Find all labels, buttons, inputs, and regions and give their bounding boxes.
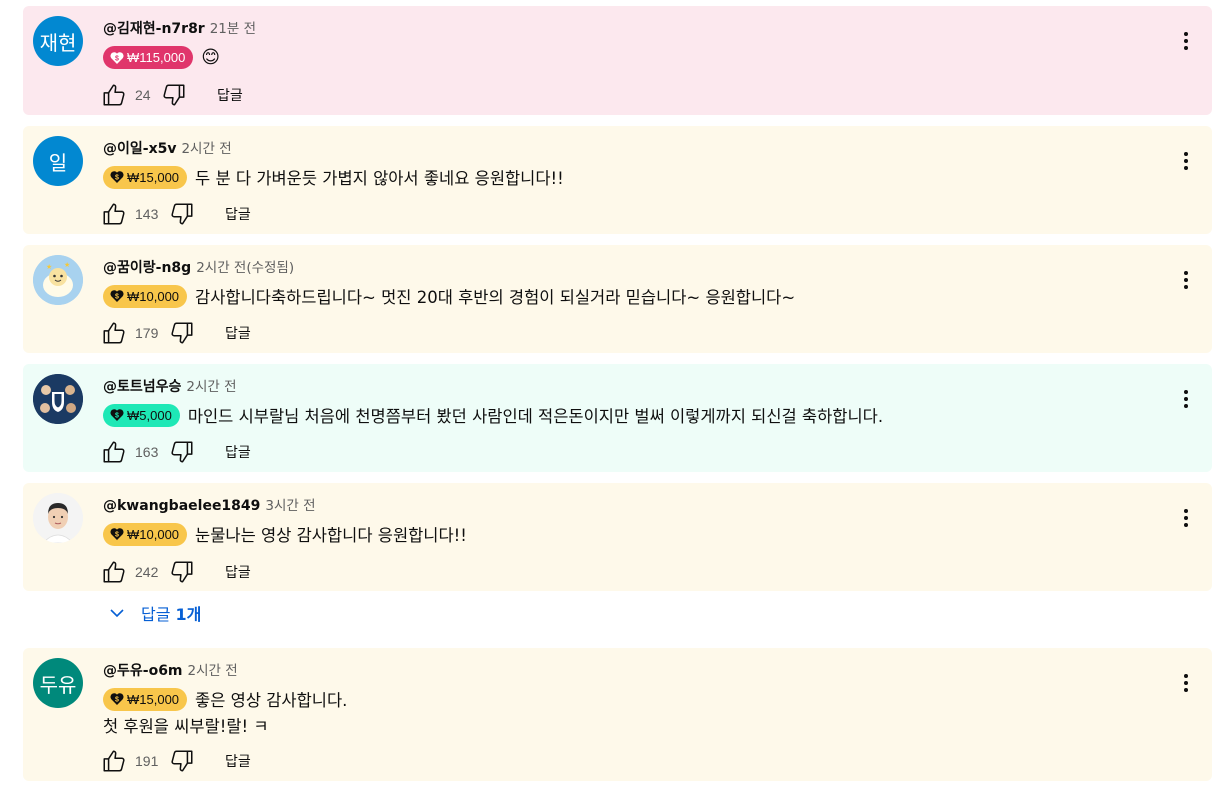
comment-author[interactable]: @이일-x5v <box>103 138 176 158</box>
avatar[interactable]: 재현 <box>33 16 83 66</box>
comment-time[interactable]: 2시간 전(수정됨) <box>196 256 294 276</box>
reply-button[interactable]: 답글 <box>225 323 251 343</box>
comment-card: ★ ★ @꿈이랑-n8g 2시간 전(수정됨) $ ₩10,000 감사합니다축… <box>23 245 1212 353</box>
svg-text:★: ★ <box>64 261 70 269</box>
svg-text:$: $ <box>115 532 119 539</box>
avatar[interactable]: 일 <box>33 136 83 186</box>
super-thanks-icon: $ <box>110 51 124 64</box>
super-thanks-badge: $ ₩10,000 <box>103 522 188 546</box>
reply-button[interactable]: 답글 <box>225 204 251 224</box>
avatar-illustration <box>33 374 83 424</box>
svg-text:★: ★ <box>46 263 52 271</box>
reply-button[interactable]: 답글 <box>225 562 251 582</box>
thumb-up-icon[interactable] <box>101 201 127 227</box>
comment-time[interactable]: 2시간 전 <box>181 137 231 157</box>
svg-text:$: $ <box>115 697 119 704</box>
chevron-down-icon <box>110 609 124 618</box>
super-thanks-badge: $ ₩5,000 <box>103 403 180 427</box>
like-count: 242 <box>135 564 159 580</box>
super-thanks-icon: $ <box>110 409 124 421</box>
comment-time[interactable]: 21분 전 <box>210 17 256 37</box>
comment-text: 좋은 영상 감사합니다. <box>195 691 348 710</box>
comment-text: 두 분 다 가벼운듯 가볍지 않아서 좋네요 응원합니다!! <box>195 169 564 188</box>
comment-card: 일 @이일-x5v 2시간 전 $ ₩15,000 두 분 다 가벼운듯 가볍지… <box>23 126 1212 234</box>
svg-text:$: $ <box>115 413 119 420</box>
comment-time[interactable]: 3시간 전 <box>265 494 315 514</box>
super-thanks-badge: $ ₩15,000 <box>103 687 188 711</box>
comment-author[interactable]: @토트넘우승 <box>103 376 181 396</box>
comment-text: 마인드 시부랄님 처음에 천명쯤부터 봤던 사람인데 적은돈이지만 벌써 이렇게… <box>187 407 884 426</box>
reply-button[interactable]: 답글 <box>225 751 251 771</box>
svg-text:$: $ <box>115 175 119 182</box>
super-thanks-icon: $ <box>110 290 124 302</box>
comment-author[interactable]: @두유-o6m <box>103 660 183 680</box>
like-count: 191 <box>135 753 159 769</box>
replies-label: 답글 <box>141 605 171 624</box>
svg-text:$: $ <box>115 294 119 301</box>
more-vert-icon[interactable] <box>1177 266 1195 294</box>
avatar-illustration <box>33 493 83 543</box>
thumb-down-icon[interactable] <box>169 439 195 465</box>
comment-card: @토트넘우승 2시간 전 $ ₩5,000 마인드 시부랄님 처음에 천명쯤부터… <box>23 364 1212 472</box>
thumb-down-icon[interactable] <box>169 320 195 346</box>
avatar[interactable] <box>33 493 83 543</box>
super-thanks-icon: $ <box>110 693 124 705</box>
comment-card: 두유 @두유-o6m 2시간 전 $ ₩15,000 좋은 영상 감사합니다. … <box>23 648 1212 781</box>
comment-text: 눈물나는 영상 감사합니다 응원합니다!! <box>195 526 467 545</box>
thumb-up-icon[interactable] <box>101 439 127 465</box>
thumb-up-icon[interactable] <box>101 82 127 108</box>
more-vert-icon[interactable] <box>1177 385 1195 413</box>
thumb-up-icon[interactable] <box>101 320 127 346</box>
comment-card: 재현 @김재현-n7r8r 21분 전 $ ₩115,000 😊 24 답글 <box>23 6 1212 115</box>
avatar[interactable] <box>33 374 83 424</box>
comment-author[interactable]: @꿈이랑-n8g <box>103 257 191 277</box>
more-vert-icon[interactable] <box>1177 669 1195 697</box>
super-thanks-badge: $ ₩115,000 <box>103 46 194 69</box>
super-thanks-icon: $ <box>110 171 124 183</box>
like-count: 179 <box>135 325 159 341</box>
super-thanks-icon: $ <box>110 528 124 540</box>
avatar-illustration: ★ ★ <box>33 255 83 305</box>
comment-card: @kwangbaelee1849 3시간 전 $ ₩10,000 눈물나는 영상… <box>23 483 1212 591</box>
comment-time[interactable]: 2시간 전 <box>188 659 238 679</box>
like-count: 163 <box>135 444 159 460</box>
more-vert-icon[interactable] <box>1177 504 1195 532</box>
comment-time[interactable]: 2시간 전 <box>186 375 236 395</box>
comment-text: 감사합니다축하드립니다~ 멋진 20대 후반의 경험이 되실거라 믿습니다~ 응… <box>195 288 796 307</box>
thumb-down-icon[interactable] <box>169 559 195 585</box>
like-count: 143 <box>135 206 159 222</box>
thumb-up-icon[interactable] <box>101 559 127 585</box>
reply-button[interactable]: 답글 <box>217 85 243 105</box>
comment-text-line-2: 첫 후원을 씨부랄!랄! ㅋ <box>103 717 269 736</box>
avatar[interactable]: ★ ★ <box>33 255 83 305</box>
thumb-down-icon[interactable] <box>161 82 187 108</box>
super-thanks-badge: $ ₩15,000 <box>103 165 188 189</box>
reply-button[interactable]: 답글 <box>225 442 251 462</box>
avatar[interactable]: 두유 <box>33 658 83 708</box>
more-vert-icon[interactable] <box>1177 147 1195 175</box>
thumb-up-icon[interactable] <box>101 748 127 774</box>
view-replies-button[interactable]: 답글 1개 <box>108 601 201 625</box>
comment-text: 😊 <box>201 47 221 68</box>
more-vert-icon[interactable] <box>1177 27 1195 55</box>
svg-text:$: $ <box>115 55 119 62</box>
comment-author[interactable]: @kwangbaelee1849 <box>103 498 260 514</box>
thumb-down-icon[interactable] <box>169 201 195 227</box>
thumb-down-icon[interactable] <box>169 748 195 774</box>
comment-author[interactable]: @김재현-n7r8r <box>103 18 205 38</box>
replies-count: 1개 <box>175 605 202 624</box>
super-thanks-badge: $ ₩10,000 <box>103 284 188 308</box>
